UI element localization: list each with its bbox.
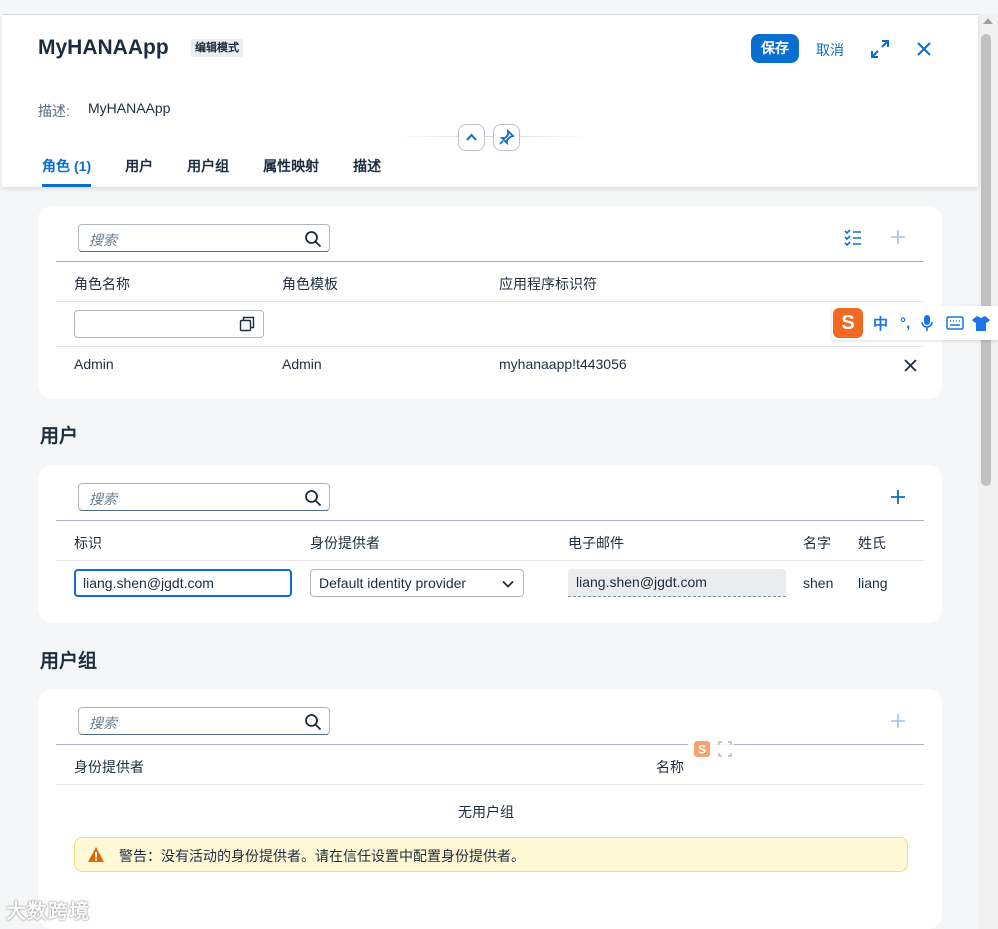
role-name-cell: Admin	[74, 356, 114, 372]
warning-icon	[88, 847, 104, 862]
user-id-input[interactable]: liang.shen@jgdt.com	[74, 569, 292, 597]
header-divider	[397, 136, 587, 137]
skin-shirt-icon[interactable]	[972, 315, 991, 331]
scrollbar-thumb[interactable]	[981, 34, 991, 486]
identity-provider-value: Default identity provider	[319, 575, 467, 591]
column-header-id: 标识	[74, 535, 102, 551]
app-id-cell: myhanaapp!t443056	[499, 356, 627, 372]
empty-table-text: 无用户组	[458, 804, 514, 820]
search-icon[interactable]	[304, 713, 322, 731]
collapse-header-button[interactable]	[458, 124, 485, 151]
dialog: MyHANAApp 编辑模式 保存 取消 描述: MyHANAApp 角色 (1…	[2, 14, 978, 929]
chevron-down-icon[interactable]	[502, 578, 514, 590]
tab-bar: 角色 (1) 用户 用户组 属性映射 描述	[42, 156, 415, 187]
dialog-header: MyHANAApp 编辑模式 保存 取消 描述: MyHANAApp 角色 (1…	[2, 15, 978, 187]
keyboard-icon[interactable]	[946, 316, 964, 330]
column-header-name: 名称	[656, 759, 684, 775]
add-user-icon[interactable]	[890, 489, 906, 505]
user-groups-section-title: 用户组	[40, 651, 98, 672]
tab-user-groups[interactable]: 用户组	[187, 156, 229, 187]
pin-icon	[499, 128, 515, 146]
column-header-email: 电子邮件	[568, 535, 624, 551]
column-header-last-name: 姓氏	[858, 535, 886, 551]
cancel-button[interactable]: 取消	[816, 40, 844, 60]
search-icon[interactable]	[304, 230, 322, 248]
users-search-placeholder: 搜索	[89, 491, 117, 507]
tab-description-label: 描述	[353, 158, 382, 174]
table-divider	[56, 744, 924, 745]
column-header-first-name: 名字	[803, 535, 831, 551]
ime-logo-icon[interactable]: S	[833, 308, 863, 338]
user-email-field: liang.shen@jgdt.com	[568, 569, 786, 597]
tab-roles-label: 角色	[42, 158, 70, 174]
description-label: 描述:	[38, 103, 70, 119]
column-header-idp: 身份提供者	[310, 535, 380, 551]
table-divider	[56, 784, 924, 785]
ime-toolbar: S 中 °,	[832, 306, 998, 340]
column-header-role-name: 角色名称	[74, 276, 130, 292]
column-header-role-template: 角色模板	[282, 276, 338, 292]
edit-mode-badge: 编辑模式	[191, 39, 243, 57]
users-section-title: 用户	[40, 426, 79, 447]
user-groups-search-placeholder: 搜索	[89, 715, 117, 731]
pin-header-button[interactable]	[493, 124, 520, 151]
multi-select-icon[interactable]	[844, 228, 862, 246]
remove-role-icon[interactable]	[904, 359, 917, 372]
add-user-group-icon[interactable]	[890, 713, 906, 729]
save-button[interactable]: 保存	[751, 34, 799, 63]
warning-text: 警告：没有活动的身份提供者。请在信任设置中配置身份提供者。	[119, 848, 525, 864]
tab-users[interactable]: 用户	[125, 156, 153, 187]
table-divider	[56, 301, 924, 302]
roles-search-placeholder: 搜索	[89, 232, 117, 248]
roles-search-input[interactable]: 搜索	[78, 224, 330, 252]
fullscreen-icon[interactable]	[870, 39, 890, 59]
last-name-cell: liang	[858, 575, 888, 591]
value-help-icon[interactable]	[239, 316, 255, 332]
role-template-cell: Admin	[282, 356, 322, 372]
tab-users-label: 用户	[125, 158, 154, 174]
scroll-up-arrow-icon[interactable]	[983, 18, 993, 24]
tab-roles[interactable]: 角色 (1)	[42, 156, 92, 187]
users-search-input[interactable]: 搜索	[78, 483, 330, 511]
tab-attribute-mappings-label: 属性映射	[263, 158, 320, 174]
column-header-idp: 身份提供者	[74, 759, 144, 775]
page-title: MyHANAApp	[38, 36, 169, 59]
add-role-icon[interactable]	[890, 229, 906, 245]
tab-description[interactable]: 描述	[353, 156, 381, 187]
roles-card: 搜索 角色名称 角色模板 应用程序标识符 Admin Admin myhanaa…	[38, 206, 942, 399]
user-groups-search-input[interactable]: 搜索	[78, 707, 330, 735]
description-value: MyHANAApp	[88, 100, 171, 116]
users-card: 搜索 标识 身份提供者 电子邮件 名字 姓氏 liang.shen@jgdt.c…	[38, 465, 942, 623]
table-divider	[56, 346, 924, 347]
tab-attribute-mappings[interactable]: 属性映射	[263, 156, 319, 187]
chevron-up-icon	[466, 133, 477, 141]
watermark-logo: 大数跨境	[6, 901, 90, 923]
ime-floating-icon[interactable]: S	[688, 738, 734, 760]
warning-message-strip: 警告：没有活动的身份提供者。请在信任设置中配置身份提供者。	[74, 837, 908, 872]
ime-language-toggle[interactable]: 中	[873, 313, 888, 334]
user-groups-card: 搜索 身份提供者 名称 无用户组 警告：没有活动的身份提供者。请在信任设置中配置…	[38, 689, 942, 929]
role-name-input[interactable]	[74, 310, 264, 338]
tab-user-groups-label: 用户组	[187, 158, 230, 174]
table-divider	[56, 261, 924, 262]
table-divider	[56, 560, 924, 561]
ime-punctuation-toggle[interactable]: °,	[900, 315, 910, 332]
microphone-icon[interactable]	[920, 314, 934, 332]
first-name-cell: shen	[803, 575, 834, 591]
column-header-app-id: 应用程序标识符	[499, 276, 597, 292]
svg-text:S: S	[698, 743, 706, 757]
tab-roles-count: (1)	[74, 158, 92, 174]
table-divider	[56, 520, 924, 521]
search-icon[interactable]	[304, 489, 322, 507]
identity-provider-select[interactable]: Default identity provider	[310, 569, 524, 597]
close-icon[interactable]	[916, 41, 932, 57]
